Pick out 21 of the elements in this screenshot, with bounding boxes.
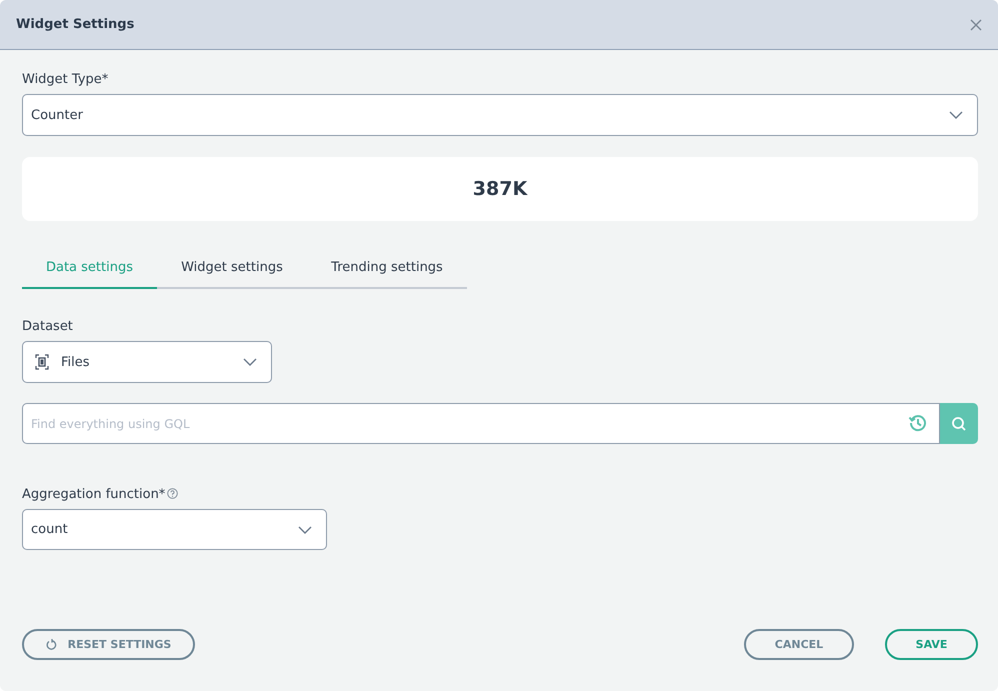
field-label: Aggregation function* [22,487,166,502]
aggregation-select[interactable]: count [22,509,327,550]
dataset-select[interactable]: Files [22,341,272,383]
help-icon[interactable] [167,488,178,499]
reset-icon [46,638,58,650]
counter-value: 387K [472,178,528,200]
history-icon[interactable] [908,413,928,433]
tab[interactable]: Widget settings [157,248,307,289]
search-button[interactable] [940,403,978,444]
frame-icon [35,354,49,370]
chevron-icon [949,111,963,119]
search-icon [951,416,967,432]
close-button[interactable] [968,16,984,32]
widget-type-select[interactable]: Counter [22,94,978,136]
field-label: Widget Type* [22,72,110,87]
search-field[interactable]: Find everything using GQL [22,403,940,444]
dialog-title: Widget Settings [16,17,134,32]
chevron-icon [243,358,257,366]
field-label: Dataset [22,319,74,334]
chevron-icon [298,526,312,534]
tab[interactable]: Trending settings [307,248,467,289]
